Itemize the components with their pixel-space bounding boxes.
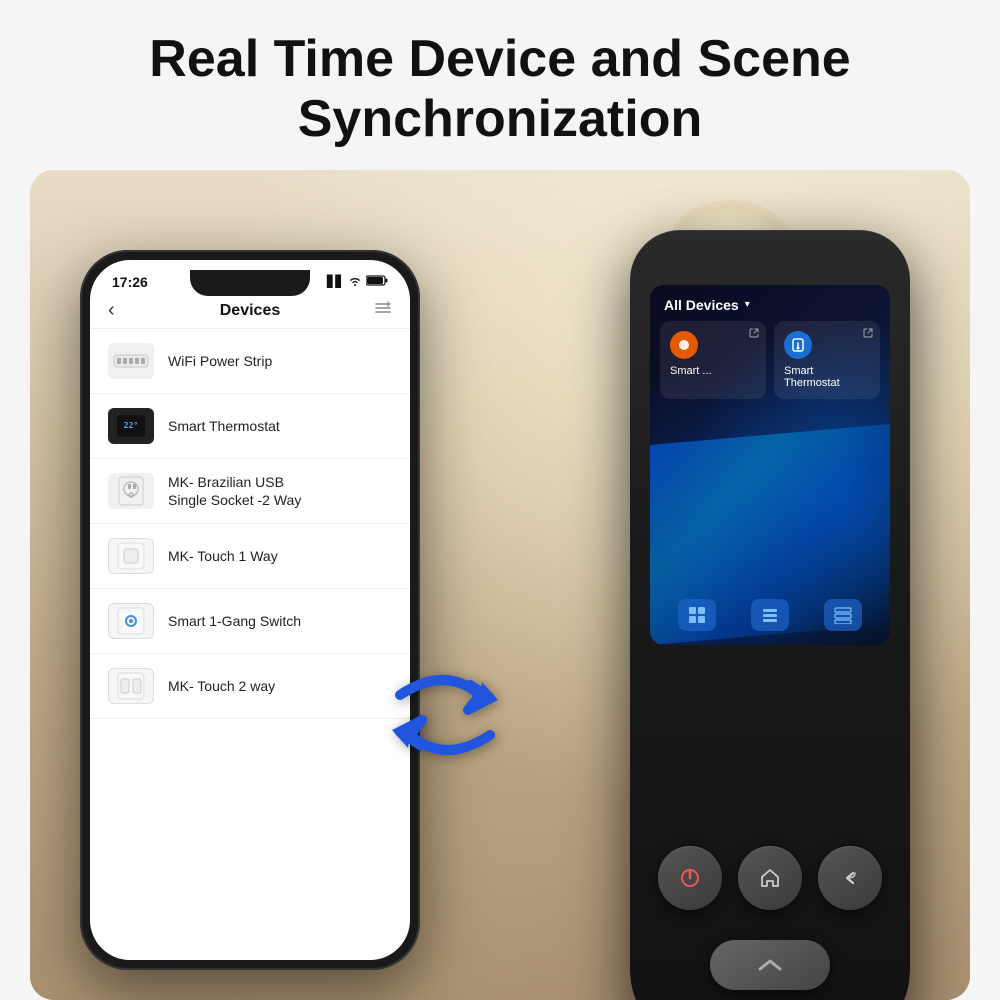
scene-container: 17:26 ▋▋ ‹ Devices [30, 170, 970, 1000]
phone-screen: 17:26 ▋▋ ‹ Devices [90, 260, 410, 960]
page-header: Real Time Device and Scene Synchronizati… [0, 0, 1000, 170]
phone-nav-bar: ‹ Devices [90, 294, 410, 329]
screen-nav-grid[interactable] [678, 599, 716, 631]
status-icons: ▋▋ [327, 275, 388, 289]
list-item[interactable]: WiFi Power Strip [90, 329, 410, 394]
card-name: Smart ... [670, 365, 756, 377]
nav-title: Devices [220, 302, 281, 320]
device-name: Smart 1-Gang Switch [168, 612, 301, 630]
list-item[interactable]: Smart 1-Gang Switch [90, 589, 410, 654]
back-button[interactable]: ‹ [108, 299, 115, 322]
card-icon-blue [784, 331, 812, 359]
phone-device: 17:26 ▋▋ ‹ Devices [80, 250, 420, 970]
sync-icon [380, 660, 510, 770]
screen-device-card[interactable]: Smart ... [660, 321, 766, 399]
link-icon [748, 327, 760, 342]
device-icon-touch1 [108, 538, 154, 574]
device-name: WiFi Power Strip [168, 352, 272, 370]
page-title: Real Time Device and Scene Synchronizati… [80, 30, 920, 150]
device-icon-switch [108, 603, 154, 639]
screen-nav-list[interactable] [824, 599, 862, 631]
card-icon-orange [670, 331, 698, 359]
list-item[interactable]: MK- Touch 1 Way [90, 524, 410, 589]
screen-devices-grid: Smart ... SmartThermostat [650, 321, 890, 399]
remote-screen: All Devices ▾ Smart ... [650, 285, 890, 645]
device-icon-strip [108, 343, 154, 379]
screen-nav-menu[interactable] [751, 599, 789, 631]
card-name: SmartThermostat [784, 365, 870, 389]
screen-device-card[interactable]: SmartThermostat [774, 321, 880, 399]
screen-header: All Devices ▾ [650, 285, 890, 321]
device-name: Smart Thermostat [168, 417, 280, 435]
screen-bottom-nav [660, 599, 880, 631]
device-name: MK- Brazilian USBSingle Socket -2 Way [168, 473, 301, 509]
list-item[interactable]: MK- Brazilian USBSingle Socket -2 Way [90, 459, 410, 524]
status-time: 17:26 [112, 274, 148, 290]
list-item[interactable]: 22° Smart Thermostat [90, 394, 410, 459]
sync-arrows-svg [380, 660, 510, 770]
scroll-up-button[interactable] [710, 940, 830, 990]
nav-settings-icon[interactable] [374, 299, 392, 322]
link-icon [862, 327, 874, 342]
remote-device: All Devices ▾ Smart ... [630, 230, 910, 1000]
phone-notch [190, 270, 310, 296]
signal-icon: ▋▋ [327, 275, 344, 288]
device-icon-socket [108, 473, 154, 509]
power-button[interactable] [658, 846, 722, 910]
list-item[interactable]: MK- Touch 2 way [90, 654, 410, 719]
home-button[interactable] [738, 846, 802, 910]
remote-buttons [658, 846, 882, 910]
device-icon-thermostat: 22° [108, 408, 154, 444]
screen-dropdown-icon[interactable]: ▾ [745, 299, 750, 310]
wifi-icon [348, 275, 362, 289]
svg-text:22°: 22° [124, 421, 138, 430]
screen-title: All Devices [664, 297, 739, 313]
battery-icon [366, 275, 388, 289]
back-button[interactable] [818, 846, 882, 910]
device-name: MK- Touch 2 way [168, 677, 275, 695]
device-icon-touch2 [108, 668, 154, 704]
device-list: WiFi Power Strip 22° Smart Thermostat MK… [90, 329, 410, 719]
device-name: MK- Touch 1 Way [168, 547, 278, 565]
